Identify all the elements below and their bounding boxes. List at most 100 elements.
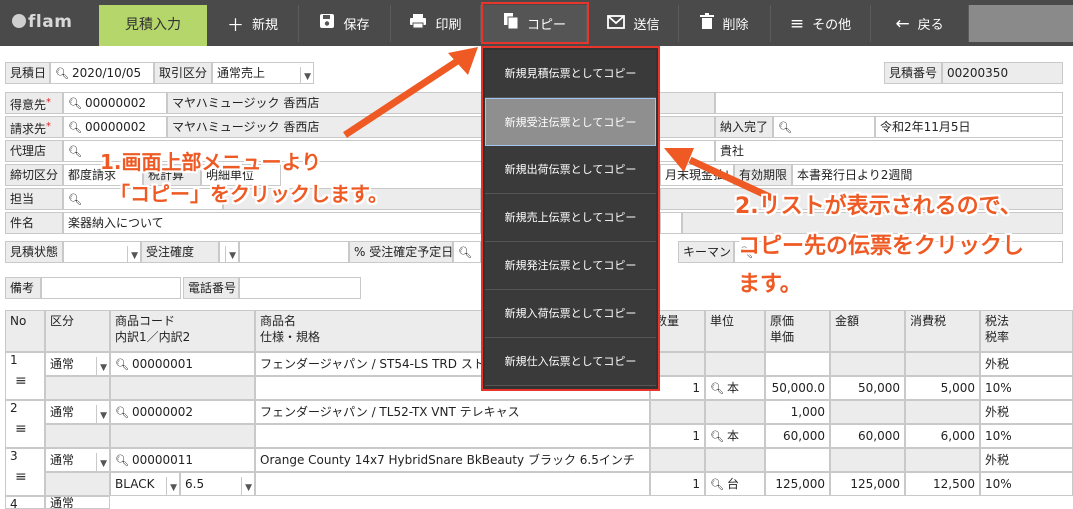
taxrate-field[interactable]: 10% — [980, 424, 1073, 448]
price-field[interactable]: 50,000.0 — [765, 376, 830, 400]
sub1-select[interactable]: BLACK ▼ — [110, 472, 180, 496]
kind-select[interactable]: 通常 — [45, 496, 110, 509]
copy-as-sales-item[interactable]: 新規売上伝票としてコピー — [485, 194, 656, 242]
col-cost-subtitle: 単価 — [770, 330, 795, 344]
code-field[interactable]: 🔍︎ 00000001 — [110, 352, 255, 376]
sub-kind — [45, 472, 110, 496]
chevron-down-icon: ▼ — [300, 67, 311, 83]
qty-field[interactable]: 1 — [650, 472, 705, 496]
valid-field: 本書発行日より2週間 — [792, 164, 1063, 186]
status-select[interactable]: ▼ — [63, 241, 141, 263]
table-row-number: 2 ≡ — [5, 400, 45, 448]
taxrate-field[interactable]: 10% — [980, 472, 1073, 496]
trade-label: 取引区分 — [154, 62, 212, 84]
search-icon: 🔍︎ — [115, 358, 129, 371]
valid-label: 有効期限 — [734, 164, 792, 186]
subject-field[interactable]: 楽器納入について — [63, 212, 481, 234]
sub2-select[interactable]: 6.5 ▼ — [180, 472, 255, 496]
step2-text-line2: コピー先の伝票をクリックし — [738, 234, 1025, 259]
new-button[interactable]: ＋ 新規 — [207, 5, 299, 42]
memo-field[interactable] — [41, 277, 181, 299]
cost-field[interactable] — [765, 352, 830, 376]
copy-as-estimate-item[interactable]: 新規見積伝票としてコピー — [485, 50, 656, 98]
required-mark: * — [46, 121, 52, 132]
table-row-number: 1 ≡ — [5, 352, 45, 400]
step1-text-line1: 1.画面上部メニューより — [100, 150, 322, 174]
delivery-search[interactable]: 🔍︎ — [773, 116, 875, 138]
save-button[interactable]: 保存 — [299, 5, 391, 42]
bill-label-text: 請求先 — [10, 122, 47, 136]
qty-gray — [650, 448, 705, 472]
logo-icon — [12, 14, 26, 28]
customer-label: 得意先* — [5, 92, 63, 114]
search-icon: 🔍︎ — [710, 382, 724, 395]
code-field[interactable]: 🔍︎ 00000002 — [110, 400, 255, 424]
tab-estimate-entry[interactable]: 見積入力 — [99, 5, 207, 46]
send-label: 送信 — [633, 18, 660, 33]
price-field[interactable]: 125,000 — [765, 472, 830, 496]
mail-icon — [607, 14, 626, 34]
cost-field[interactable] — [765, 448, 830, 472]
other-button[interactable]: ≡ その他 — [771, 5, 871, 42]
taxlaw-field[interactable]: 外税 — [980, 352, 1073, 376]
col-tax-header: 消費税 — [905, 310, 980, 352]
row-menu-icon[interactable]: ≡ — [15, 374, 27, 388]
customer-code-field[interactable]: 🔍︎ 00000002 — [63, 92, 167, 114]
back-label: 戻る — [917, 18, 944, 33]
kind-select[interactable]: 通常 ▼ — [45, 400, 110, 424]
date-field[interactable]: 🔍︎ 2020/10/05 — [50, 62, 154, 84]
search-icon: 🔍︎ — [68, 193, 82, 206]
save-label: 保存 — [343, 18, 370, 33]
row-menu-icon[interactable]: ≡ — [15, 470, 27, 484]
kind-select[interactable]: 通常 ▼ — [45, 352, 110, 376]
logo-text: flam — [28, 12, 73, 32]
copy-as-receiving-item[interactable]: 新規入荷伝票としてコピー — [485, 290, 656, 338]
order-date-field[interactable]: 🔍︎ — [453, 241, 481, 263]
taxlaw-field[interactable]: 外税 — [980, 448, 1073, 472]
copy-as-order-item[interactable]: 新規受注伝票としてコピー — [485, 98, 656, 146]
back-button[interactable]: ← 戻る — [871, 5, 969, 42]
memo-label: 備考 — [5, 277, 41, 299]
unit-field[interactable]: 🔍︎ 本 — [705, 424, 765, 448]
amount-gray — [830, 400, 905, 424]
name-field[interactable]: フェンダージャパン / TL52-TX VNT テレキャス — [255, 400, 650, 424]
spec-field[interactable] — [255, 424, 650, 448]
taxlaw-field[interactable]: 外税 — [980, 400, 1073, 424]
search-icon: 🔍︎ — [458, 246, 472, 259]
taxrate-field[interactable]: 10% — [980, 376, 1073, 400]
kind-select[interactable]: 通常 ▼ — [45, 448, 110, 472]
confidence-percent[interactable] — [239, 241, 349, 263]
phone-field[interactable] — [239, 277, 361, 299]
search-icon: 🔍︎ — [68, 121, 82, 134]
spec-field[interactable] — [255, 472, 650, 496]
copy-as-shipping-item[interactable]: 新規出荷伝票としてコピー — [485, 146, 656, 194]
amount-field: 125,000 — [830, 472, 905, 496]
unit-field[interactable]: 🔍︎ 本 — [705, 376, 765, 400]
row-menu-icon[interactable]: ≡ — [15, 422, 27, 436]
col-code-subtitle: 内訳1／内訳2 — [115, 330, 191, 344]
payment-field: 月末現金払い — [660, 164, 734, 186]
bill-code-field[interactable]: 🔍︎ 00000002 — [63, 116, 167, 138]
delete-button[interactable]: 削除 — [679, 5, 771, 42]
copy-as-purchase-item[interactable]: 新規仕入伝票としてコピー — [485, 338, 656, 386]
unit-field[interactable]: 🔍︎ 台 — [705, 472, 765, 496]
code-field[interactable]: 🔍︎ 00000011 — [110, 448, 255, 472]
cost-field[interactable]: 1,000 — [765, 400, 830, 424]
qty-field[interactable]: 1 — [650, 424, 705, 448]
table-row-number: 3 ≡ — [5, 448, 45, 496]
unit-value: 本 — [726, 429, 739, 443]
confidence-select[interactable]: ▼ — [219, 241, 239, 263]
copy-as-purchase-order-item[interactable]: 新規発注伝票としてコピー — [485, 242, 656, 290]
row-number-text: 3 — [10, 449, 18, 463]
send-button[interactable]: 送信 — [589, 5, 679, 42]
tax-field: 5,000 — [905, 376, 980, 400]
name-field[interactable]: Orange County 14x7 HybridSnare BkBeauty … — [255, 448, 650, 472]
step2-text-line3: ます。 — [738, 272, 802, 297]
trade-select[interactable]: 通常売上 ▼ — [212, 62, 314, 84]
delivery-date: 令和2年11月5日 — [875, 116, 1063, 138]
print-button[interactable]: 印刷 — [391, 5, 481, 42]
price-field[interactable]: 60,000 — [765, 424, 830, 448]
floppy-icon — [319, 13, 335, 34]
close-label: 締切区分 — [5, 164, 63, 186]
arrow-left-icon: ← — [895, 13, 910, 34]
